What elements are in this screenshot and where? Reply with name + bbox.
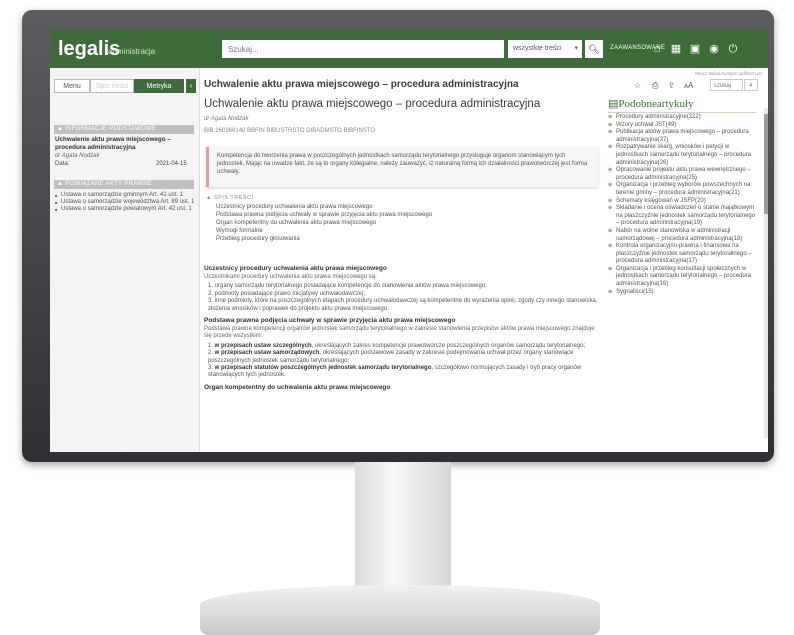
related-act-link[interactable]: Ustawa o samorządzie gminnym Art. 41 ust…	[55, 192, 195, 199]
date-label: Data:	[55, 161, 70, 167]
list-item: 3. w przepisach statutów poszczególnych …	[208, 365, 582, 379]
toc-item[interactable]: Podstawa prawna podjęcia uchwały w spraw…	[216, 211, 598, 219]
abstract-quote: Kompetencja do tworzenia prawa w poszcze…	[206, 147, 598, 187]
similar-article-link[interactable]: Kontrola organizacyjno-prawna i finansow…	[608, 243, 758, 266]
chevron-down-icon: ▾	[574, 45, 578, 52]
right-panel: Włącz tła/kolory/style (pdf/tech.pl) ☆ ⎙…	[604, 68, 768, 452]
related-section-header[interactable]: ▲ POWIĄZANE AKTY PRAWNE	[54, 180, 194, 189]
toc-item[interactable]: Przebieg procedury głosowania	[216, 235, 598, 243]
doc-title: Uchwalenie aktu prawa miejscowego – proc…	[55, 136, 171, 151]
toc-item[interactable]: Uczestnicy procedury uchwalenia aktu pra…	[216, 203, 598, 211]
toc-list: Uczestnicy procedury uchwalenia aktu pra…	[206, 203, 598, 243]
left-tabs: Menu Spis treści Metryka	[54, 79, 184, 93]
similar-articles-icon: ▤	[608, 98, 619, 110]
home-icon[interactable]: ⌂	[650, 42, 664, 56]
similar-article-link[interactable]: Schematy księgowań w JSFP(20)	[608, 198, 758, 206]
search-icon: ⌕	[749, 82, 753, 89]
scrollbar-thumb[interactable]	[764, 114, 768, 214]
monitor-stand-neck	[355, 462, 451, 592]
similar-articles-title: ▤Podobneartykuły	[608, 97, 756, 113]
calendar-icon[interactable]: ▦	[669, 42, 683, 56]
star-icon[interactable]: ☆	[634, 81, 641, 90]
section-heading: Uczestnicy procedury uchwalenia aktu pra…	[204, 265, 387, 272]
list-item: 1. organy samorządu terytorialnego posia…	[208, 283, 487, 290]
list-item: 2. podmioty posiadające prawo inicjatywy…	[208, 290, 366, 297]
list-item: 1. w przepisach ustaw szczególnych, okre…	[208, 342, 586, 349]
export-icon[interactable]: ⇪	[668, 81, 675, 90]
info-section-header[interactable]: ▲ INFORMACJE PODSTAWOWE	[54, 125, 194, 134]
toc-item[interactable]: Organ kompetentny do uchwalenia aktu pra…	[216, 219, 598, 227]
scope-select[interactable]: wszystkie treści ▾	[508, 40, 582, 58]
print-icon[interactable]: ⎙	[652, 81, 658, 91]
similar-article-link[interactable]: Organizacja i przebieg konsultacji społe…	[608, 266, 758, 289]
document-author: dr Agata Nodżak	[204, 116, 249, 122]
monitor-stand-base	[200, 585, 600, 635]
chevron-left-icon: ‹	[189, 81, 193, 90]
toc-item[interactable]: Wymogi formalne	[216, 227, 598, 235]
list-item: 2. w przepisach ustaw samorządowych, okr…	[208, 350, 574, 364]
ordered-list: 1. organy samorządu terytorialnego posia…	[204, 283, 598, 313]
toc-header[interactable]: ▲ SPIS TREŚCI	[206, 195, 598, 201]
table-of-contents: ▲ SPIS TREŚCI Uczestnicy procedury uchwa…	[206, 195, 598, 243]
related-act-link[interactable]: Ustawa o samorządzie województwa Art. 89…	[55, 199, 195, 206]
similar-article-link[interactable]: Nabór na wolne stanowiska w administracj…	[608, 228, 758, 243]
search-input[interactable]	[222, 40, 504, 58]
font-size-icon[interactable]: ᴀA	[684, 81, 693, 90]
date-value: 2021-04-15	[156, 161, 187, 167]
in-document-search-button[interactable]: ⌕	[744, 79, 758, 91]
similar-article-link[interactable]: Procedury administracyjne(322)	[608, 114, 758, 122]
document-identifiers: BIB.260366148 BBFIN BIBUSTRSTO DIBADMSTO…	[204, 128, 376, 134]
document-heading: Uchwalenie aktu prawa miejscowego – proc…	[204, 98, 541, 110]
similar-article-link[interactable]: Organizacja i przebieg wyborów powszechn…	[608, 182, 758, 197]
main-content: Uchwalenie aktu prawa miejscowego – proc…	[200, 68, 604, 452]
search-button[interactable]: 🔍︎	[585, 40, 603, 58]
similar-article-link[interactable]: Wzory uchwał JST(49)	[608, 122, 758, 130]
user-icon[interactable]: ◉	[707, 42, 721, 56]
left-panel: Menu Spis treści Metryka ‹ ▲ INFORMACJE …	[50, 68, 200, 452]
list-item: 3. inne podmioty, które na poszczególnyc…	[208, 298, 598, 312]
app-screen: legalis administracja wszystkie treści ▾…	[50, 30, 768, 452]
similar-article-link[interactable]: Składanie i ocena oświadczeń o stanie ma…	[608, 205, 758, 228]
logo-subtitle: administracja	[108, 47, 156, 56]
similar-article-link[interactable]: Rozpatrywanie skarg, wniosków i petycji …	[608, 144, 758, 167]
monitor-mockup: legalis administracja wszystkie treści ▾…	[0, 0, 794, 635]
section-heading: Podstawa prawna podjęcia uchwały w spraw…	[204, 317, 456, 325]
similar-article-link[interactable]: Publikacja aktów prawa miejscowego – pro…	[608, 129, 758, 144]
top-bar: legalis administracja wszystkie treści ▾…	[50, 30, 768, 68]
doc-author: dr Agata Nodżak	[55, 153, 100, 159]
section-heading: Organ kompetentny do uchwalenia aktu pra…	[204, 383, 391, 391]
collapse-panel-button[interactable]: ‹	[186, 79, 196, 93]
related-acts-list: Ustawa o samorządzie gminnym Art. 41 ust…	[55, 192, 195, 213]
power-icon[interactable]: ⏻	[726, 42, 740, 56]
page-title: Uchwalenie aktu prawa miejscowego – proc…	[204, 79, 519, 90]
search-icon: 🔍︎	[588, 44, 600, 54]
related-act-link[interactable]: Ustawa o samorządzie powiatowym Art. 42 …	[55, 206, 195, 213]
scope-select-value: wszystkie treści	[513, 45, 562, 52]
tab-spis-tresci[interactable]: Spis treści	[90, 79, 134, 93]
ordered-list: 1. w przepisach ustaw szczególnych, okre…	[204, 343, 598, 380]
similar-article-link[interactable]: Opracowanie projektu aktu prawa wewnętrz…	[608, 167, 758, 182]
similar-article-link[interactable]: Sygnaliści(15)	[608, 289, 758, 297]
briefcase-icon[interactable]: ▣	[688, 42, 702, 56]
tab-menu[interactable]: Menu	[54, 79, 90, 93]
document-body: Uczestnicy procedury uchwalenia aktu pra…	[204, 261, 598, 393]
in-document-search-input[interactable]	[710, 79, 743, 91]
style-toggle-link[interactable]: Włącz tła/kolory/style (pdf/tech.pl)	[695, 71, 762, 76]
paragraph: Podstawa prawna kompetencji organów jedn…	[204, 326, 595, 340]
similar-articles-list: Procedury administracyjne(322) Wzory uch…	[608, 114, 758, 296]
tab-metryka[interactable]: Metryka	[134, 79, 184, 93]
paragraph: Uczestnikami procedury uchwalenia aktu p…	[204, 274, 377, 280]
